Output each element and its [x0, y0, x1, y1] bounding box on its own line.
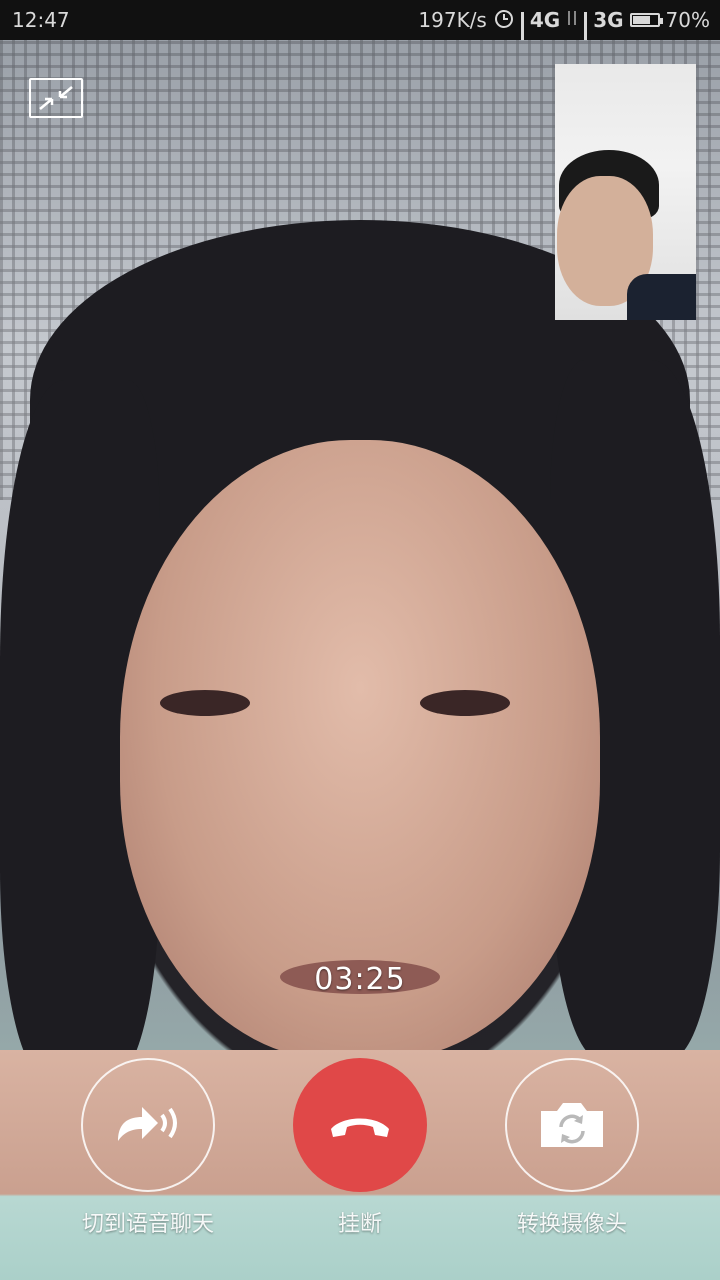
- network-speed: 197K/s: [418, 8, 487, 32]
- remote-person-eye-left: [160, 690, 250, 716]
- switch-camera-control[interactable]: 转换摄像头: [482, 1058, 662, 1238]
- switch-camera-label: 转换摄像头: [516, 1212, 627, 1237]
- data-transfer-icon: [566, 8, 578, 32]
- minimize-button[interactable]: [29, 78, 83, 118]
- signal-icon-2: [584, 12, 588, 50]
- remote-person-eye-right: [420, 690, 510, 716]
- signal-icon: [520, 12, 524, 50]
- status-icons: 197K/s 4G 3G 70%: [418, 7, 710, 50]
- alarm-icon: [493, 7, 515, 34]
- phone-hangup-icon: [331, 1118, 389, 1137]
- network-type-1: 4G: [529, 8, 561, 32]
- status-bar: 12:47 197K/s 4G 3G 70%: [0, 0, 720, 50]
- call-timer: 03:25: [314, 962, 406, 997]
- switch-camera-button[interactable]: [505, 1058, 639, 1192]
- hangup-label: 挂断: [337, 1212, 382, 1237]
- switch-to-voice-icon: [118, 1107, 177, 1141]
- switch-to-voice-control[interactable]: 切到语音聊天: [58, 1058, 238, 1238]
- status-time: 12:47: [12, 8, 70, 32]
- hangup-control[interactable]: 挂断: [270, 1058, 450, 1238]
- switch-camera-icon: [541, 1103, 603, 1147]
- network-type-2: 3G: [593, 8, 624, 32]
- local-person-shirt: [627, 274, 696, 320]
- switch-to-voice-button[interactable]: [81, 1058, 215, 1192]
- battery-icon: [629, 13, 663, 27]
- battery-percent: 70%: [665, 8, 710, 32]
- hangup-button[interactable]: [293, 1058, 427, 1192]
- minimize-arrows-icon: [39, 86, 73, 110]
- switch-to-voice-label: 切到语音聊天: [81, 1212, 214, 1237]
- local-video-preview[interactable]: [555, 64, 696, 320]
